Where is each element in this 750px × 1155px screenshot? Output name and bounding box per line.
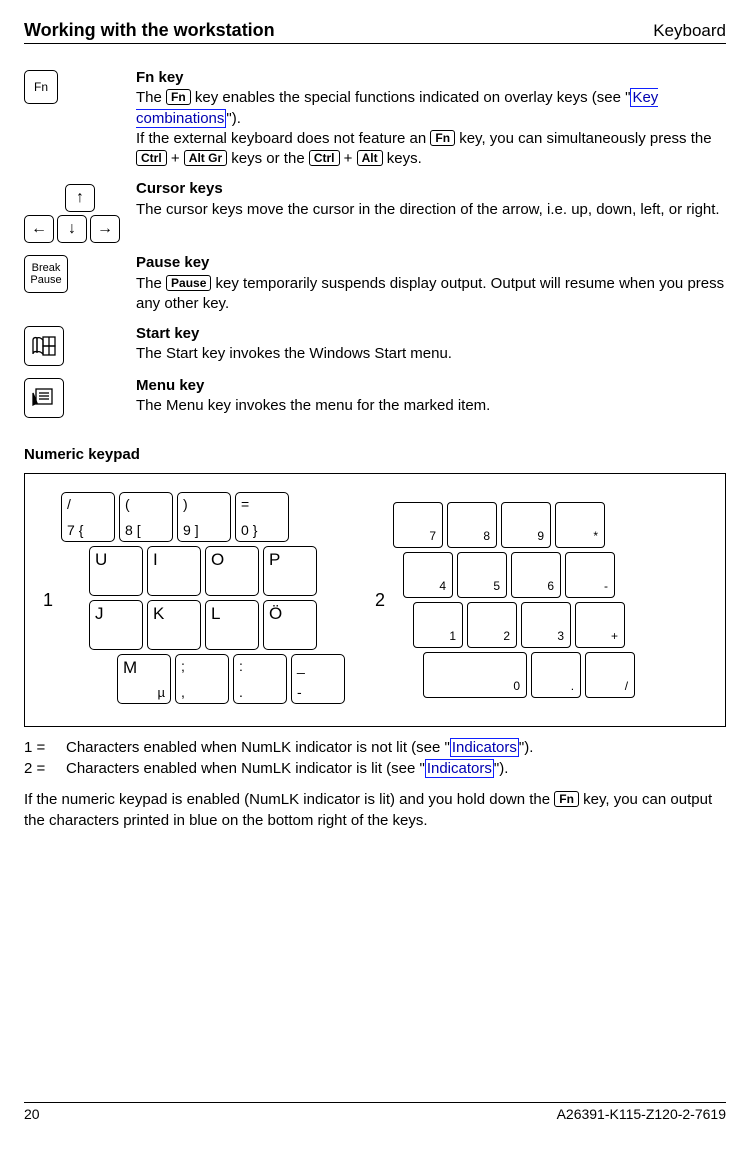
key: L bbox=[205, 600, 259, 650]
key: Mµ bbox=[117, 654, 171, 704]
header-left: Working with the workstation bbox=[24, 20, 275, 41]
section-cursor: ↑ ← ↓ → Cursor keys The cursor keys move… bbox=[24, 179, 726, 243]
numpad-key: 4 bbox=[403, 552, 453, 598]
menu-title: Menu key bbox=[136, 376, 726, 396]
key: _- bbox=[291, 654, 345, 704]
key: /7 { bbox=[61, 492, 115, 542]
numpad-key: / bbox=[585, 652, 635, 698]
cursor-title: Cursor keys bbox=[136, 179, 726, 199]
keycap-ctrl: Ctrl bbox=[136, 150, 167, 166]
numpad-key: 1 bbox=[413, 602, 463, 648]
numpad-key: 7 bbox=[393, 502, 443, 548]
windows-start-icon bbox=[24, 326, 64, 366]
start-body: The Start key invokes the Windows Start … bbox=[136, 344, 726, 364]
marker-2: 2 bbox=[375, 590, 385, 611]
menu-body: The Menu key invokes the menu for the ma… bbox=[136, 396, 726, 416]
numpad-key: . bbox=[531, 652, 581, 698]
section-fn: Fn Fn key The Fn key enables the special… bbox=[24, 68, 726, 169]
marker-1: 1 bbox=[43, 590, 53, 611]
start-title: Start key bbox=[136, 324, 726, 344]
key: I bbox=[147, 546, 201, 596]
numpad-key: 3 bbox=[521, 602, 571, 648]
link-indicators-2[interactable]: Indicators bbox=[425, 759, 494, 778]
key: Ö bbox=[263, 600, 317, 650]
numpad-key: 8 bbox=[447, 502, 497, 548]
legend-2-label: 2 = bbox=[24, 758, 66, 779]
keycap-fn-3: Fn bbox=[554, 791, 579, 807]
key: =0 } bbox=[235, 492, 289, 542]
keycap-fn: Fn bbox=[166, 89, 191, 105]
section-menu: Menu key The Menu key invokes the menu f… bbox=[24, 376, 726, 418]
key: P bbox=[263, 546, 317, 596]
key: :. bbox=[233, 654, 287, 704]
pause-key-icon: Break Pause bbox=[24, 255, 68, 293]
fn-body-1: The Fn key enables the special functions… bbox=[136, 88, 726, 129]
keycap-pause: Pause bbox=[166, 275, 211, 291]
numpad-key: 0 bbox=[423, 652, 527, 698]
menu-key-icon bbox=[24, 378, 64, 418]
cursor-keys-icon: ↑ ← ↓ → bbox=[24, 184, 136, 243]
fn-body-2: If the external keyboard does not featur… bbox=[136, 129, 726, 170]
page-number: 20 bbox=[24, 1106, 40, 1122]
keycap-ctrl-2: Ctrl bbox=[309, 150, 340, 166]
numpad-key: - bbox=[565, 552, 615, 598]
key: K bbox=[147, 600, 201, 650]
key: (8 [ bbox=[119, 492, 173, 542]
key: )9 ] bbox=[177, 492, 231, 542]
key: ;, bbox=[175, 654, 229, 704]
fn-title: Fn key bbox=[136, 68, 726, 88]
key: J bbox=[89, 600, 143, 650]
pause-body: The Pause key temporarily suspends displ… bbox=[136, 274, 726, 315]
numeric-keypad-heading: Numeric keypad bbox=[24, 446, 726, 463]
section-start: Start key The Start key invokes the Wind… bbox=[24, 324, 726, 366]
numpad-key: 2 bbox=[467, 602, 517, 648]
header-right: Keyboard bbox=[653, 21, 726, 41]
legend-1-label: 1 = bbox=[24, 737, 66, 758]
numeric-keypad-diagram: 1 /7 {(8 [)9 ]=0 } UIOP JKLÖ Mµ;,:._- 2 789… bbox=[24, 473, 726, 727]
cursor-body: The cursor keys move the cursor in the d… bbox=[136, 200, 726, 220]
numpad-key: 6 bbox=[511, 552, 561, 598]
page-header: Working with the workstation Keyboard bbox=[24, 20, 726, 44]
link-indicators-1[interactable]: Indicators bbox=[450, 738, 519, 757]
keycap-alt: Alt bbox=[357, 150, 383, 166]
fn-key-icon: Fn bbox=[24, 70, 58, 104]
key: U bbox=[89, 546, 143, 596]
section-pause: Break Pause Pause key The Pause key temp… bbox=[24, 253, 726, 314]
keycap-altgr: Alt Gr bbox=[184, 150, 227, 166]
numpad-key: * bbox=[555, 502, 605, 548]
numpad-key: 5 bbox=[457, 552, 507, 598]
legend: 1 = Characters enabled when NumLK indica… bbox=[24, 737, 726, 779]
numpad-key: 9 bbox=[501, 502, 551, 548]
pause-title: Pause key bbox=[136, 253, 726, 273]
numeric-paragraph: If the numeric keypad is enabled (NumLK … bbox=[24, 789, 726, 831]
document-id: A26391-K115-Z120-2-7619 bbox=[557, 1106, 726, 1122]
page-footer: 20 A26391-K115-Z120-2-7619 bbox=[24, 1102, 726, 1122]
numpad-key: + bbox=[575, 602, 625, 648]
key: O bbox=[205, 546, 259, 596]
keycap-fn-2: Fn bbox=[430, 130, 455, 146]
